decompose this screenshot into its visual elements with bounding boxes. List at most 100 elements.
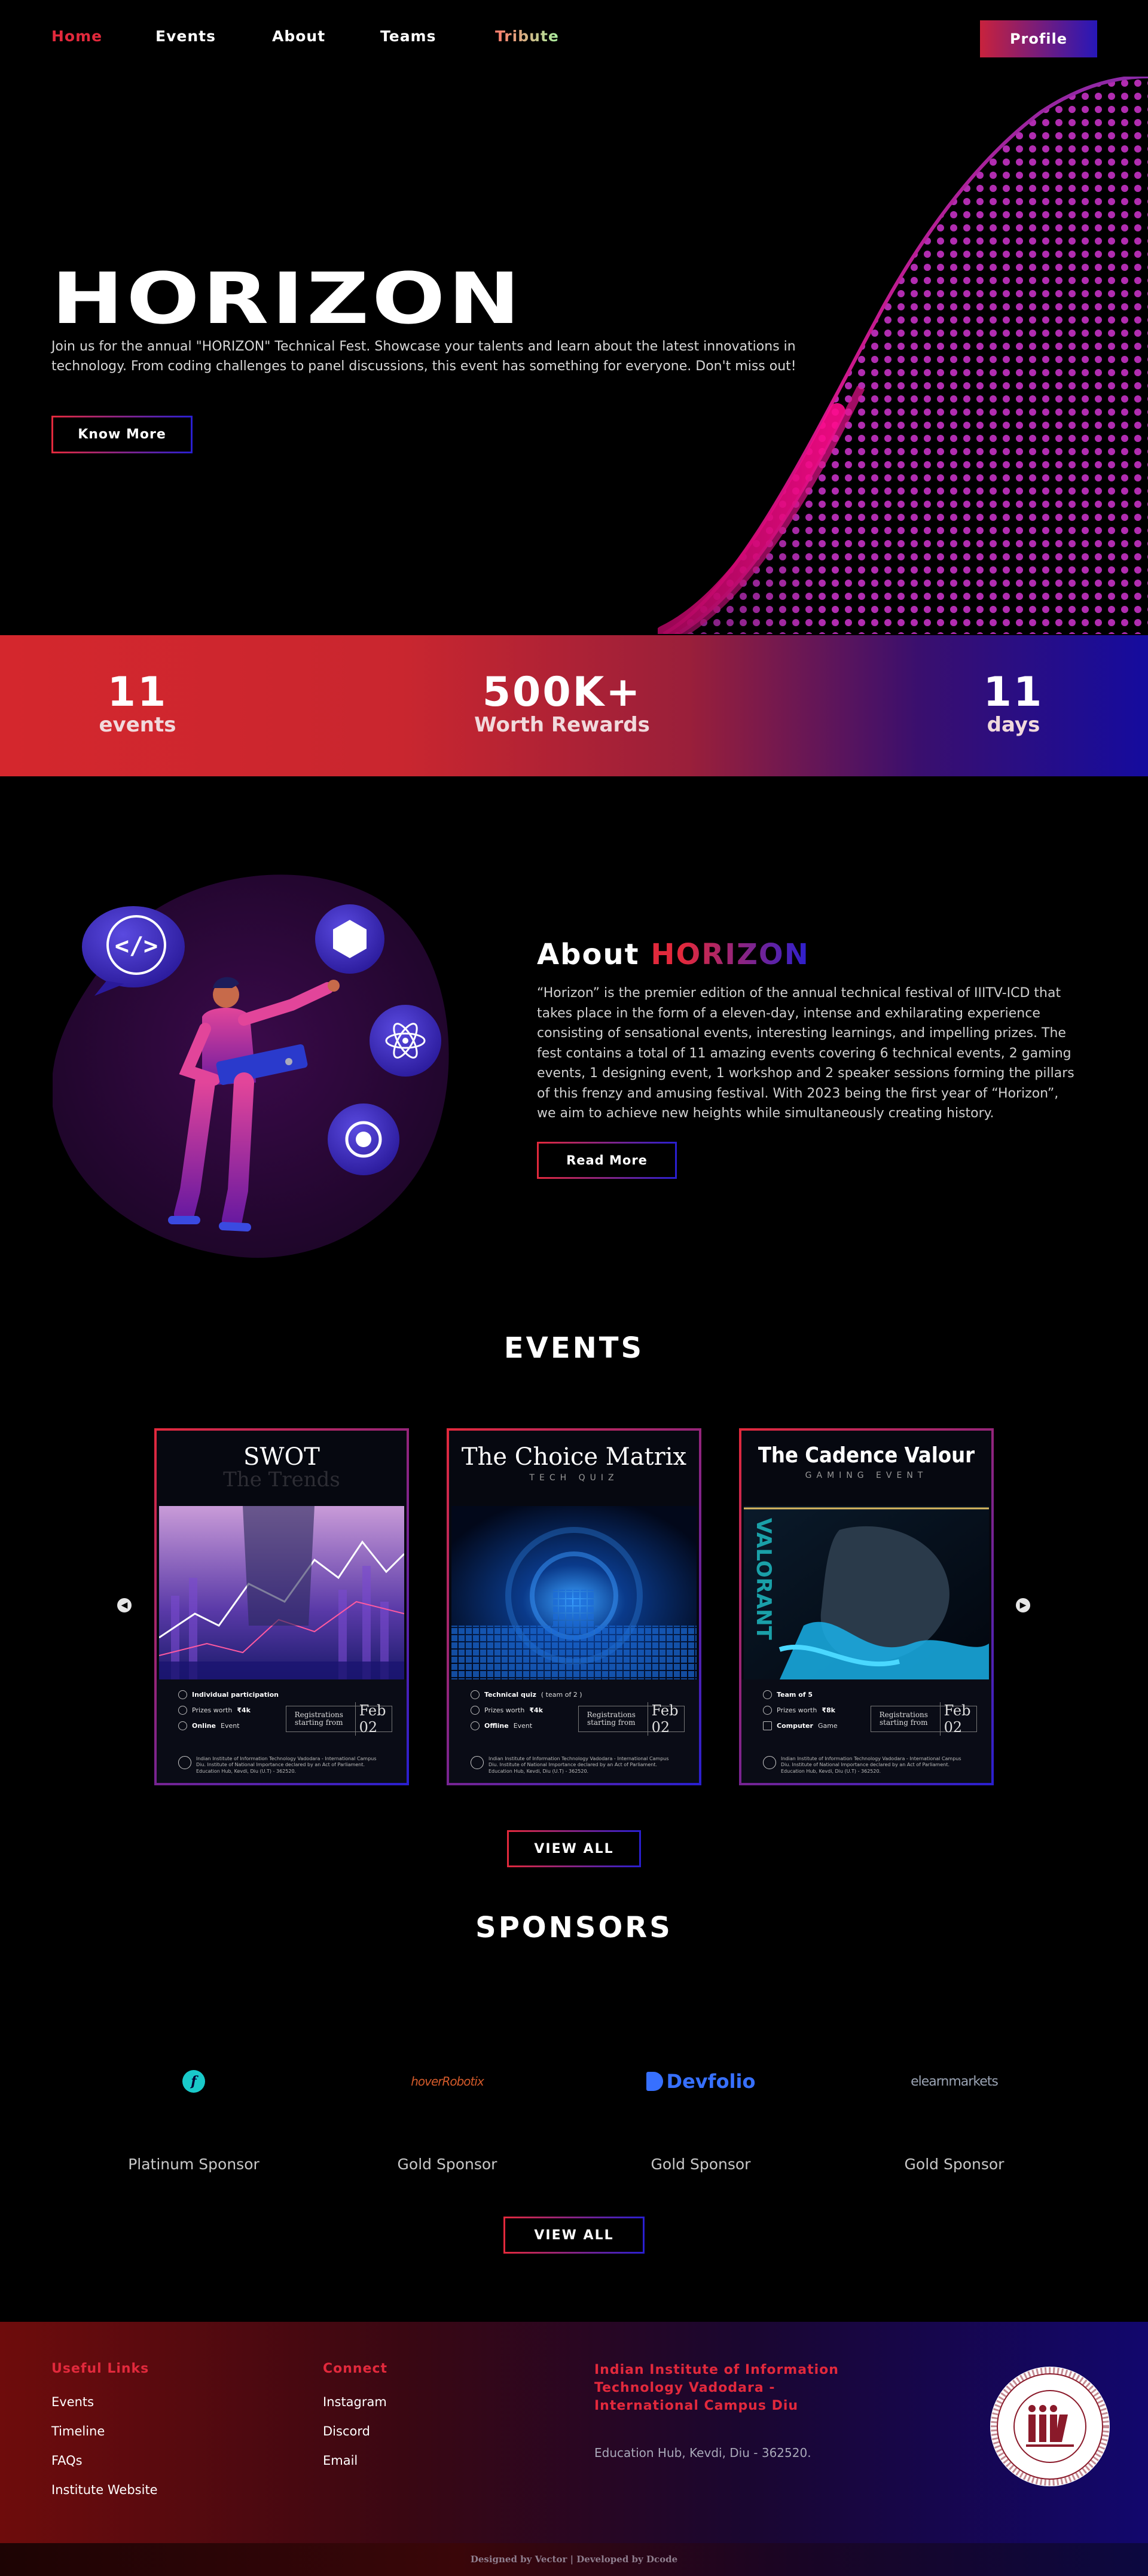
elearnmarkets-logo-text: elearnmarkets (911, 2074, 999, 2089)
top-nav: Home Events About Teams Tribute Profile (0, 0, 1148, 77)
profile-button[interactable]: Profile (980, 20, 1097, 57)
registration-label: Registrations starting from (587, 1710, 636, 1727)
about-title-highlight: HORIZON (651, 938, 810, 971)
footer: Useful Links Events Timeline FAQs Instit… (0, 2322, 1148, 2543)
monitor-icon (763, 1721, 772, 1730)
mode-suffix: Event (221, 1722, 240, 1730)
footer-link-institute-website[interactable]: Institute Website (51, 2483, 158, 2497)
info-participation: Technical quiz ( team of 2 ) (471, 1690, 582, 1699)
sponsor-logo-hoverrobotix[interactable]: hoverRobotix (358, 2057, 537, 2105)
card-title: The Cadence Valour (758, 1443, 975, 1468)
card-footer: Indian Institute of Information Technolo… (763, 1756, 966, 1775)
prize-icon (471, 1706, 480, 1715)
info-prize: Prizes worth ₹4k (178, 1706, 251, 1715)
registration-box: Registrations starting from Feb 02 (578, 1702, 685, 1736)
people-icon (471, 1690, 480, 1699)
nav-events[interactable]: Events (155, 28, 216, 45)
footer-link-email[interactable]: Email (323, 2453, 358, 2468)
sponsor-tier-label: Gold Sponsor (651, 2156, 751, 2173)
stat-value: 500K+ (482, 669, 642, 716)
prize-prefix: Prizes worth (484, 1706, 525, 1714)
institute-address: Education Hub, Kevdi, Diu - 362520. (594, 2446, 811, 2460)
sponsors-view-all-button[interactable]: VIEW ALL (503, 2217, 645, 2254)
participation-text: Individual participation (192, 1691, 279, 1699)
card-header: SWOT The Trends (157, 1431, 407, 1505)
footer-link-instagram[interactable]: Instagram (323, 2395, 387, 2409)
wifi-icon (178, 1721, 187, 1730)
mode-text: Online (192, 1722, 216, 1730)
devfolio-logo: Devfolio (646, 2070, 756, 2093)
info-mode: Online Event (178, 1721, 240, 1730)
mode-text: Computer (777, 1722, 813, 1730)
stat-label: days (987, 713, 1040, 737)
nav-teams[interactable]: Teams (380, 28, 436, 45)
atom-bubble-icon (370, 1005, 441, 1077)
events-title: EVENTS (503, 1331, 645, 1365)
card-header: The Choice Matrix TECH QUIZ (449, 1431, 699, 1505)
footer-link-events[interactable]: Events (51, 2395, 94, 2409)
card-header: The Cadence Valour GAMING EVENT (741, 1431, 991, 1505)
participation-text: Technical quiz (484, 1691, 536, 1699)
card-footer-text: Indian Institute of Information Technolo… (781, 1756, 961, 1774)
card-subtitle: GAMING EVENT (805, 1471, 928, 1480)
devfolio-mark-icon (646, 2072, 663, 2091)
footer-link-discord[interactable]: Discord (323, 2424, 370, 2438)
sponsors-title: SPONSORS (475, 1911, 673, 1944)
footer-link-timeline[interactable]: Timeline (51, 2424, 105, 2438)
event-card-choice-matrix[interactable]: The Choice Matrix TECH QUIZ Technical qu… (447, 1428, 701, 1785)
devfolio-logo-text: Devfolio (666, 2070, 756, 2093)
info-prize: Prizes worth ₹8k (763, 1706, 835, 1715)
carousel-next-arrow-icon[interactable]: ▶ (1016, 1598, 1030, 1612)
stock-trends-poster-art (159, 1506, 404, 1679)
hero-description: Join us for the annual "HORIZON" Technic… (51, 339, 796, 374)
prize-value: ₹8k (822, 1706, 835, 1714)
about-title-prefix: About (537, 938, 640, 971)
hero-title: HORIZON (51, 257, 523, 340)
about-title: About HORIZON (537, 938, 810, 971)
matrix-tunnel-poster-art (451, 1506, 697, 1679)
prize-prefix: Prizes worth (777, 1706, 817, 1714)
wifi-off-icon (471, 1721, 480, 1730)
know-more-button[interactable]: Know More (51, 416, 193, 453)
nav-about[interactable]: About (272, 28, 325, 45)
card-footer-text: Indian Institute of Information Technolo… (488, 1756, 669, 1774)
participation-text: Team of 5 (777, 1691, 813, 1699)
carousel-prev-arrow-icon[interactable]: ◀ (117, 1598, 132, 1612)
info-mode: Offline Event (471, 1721, 532, 1730)
info-prize: Prizes worth ₹4k (471, 1706, 543, 1715)
sponsor-tier-label: Platinum Sponsor (128, 2156, 259, 2173)
nav-home[interactable]: Home (51, 28, 102, 45)
stat-days: 11 days (945, 672, 1082, 737)
read-more-button[interactable]: Read More (537, 1142, 677, 1179)
institute-logo-icon (471, 1756, 484, 1769)
footer-credits: Designed by Vector | Developed by Dcode (0, 2543, 1148, 2576)
info-participation: Team of 5 (763, 1690, 813, 1699)
card-footer: Indian Institute of Information Technolo… (471, 1756, 674, 1775)
event-card-cadence-valour[interactable]: The Cadence Valour GAMING EVENT VALORANT… (739, 1428, 994, 1785)
info-participation: Individual participation (178, 1690, 279, 1699)
institute-seal-logo-icon (990, 2367, 1110, 2486)
card-footer-text: Indian Institute of Information Technolo… (196, 1756, 377, 1774)
sponsor-logo-devfolio[interactable]: Devfolio (611, 2057, 790, 2105)
event-card-swot[interactable]: SWOT The Trends Individual participation… (154, 1428, 409, 1785)
events-view-all-button[interactable]: VIEW ALL (507, 1830, 641, 1867)
registration-date: Feb 02 (939, 1702, 976, 1736)
connect-heading: Connect (323, 2361, 388, 2376)
registration-label: Registrations starting from (294, 1710, 343, 1727)
prize-prefix: Prizes worth (192, 1706, 233, 1714)
registration-date: Feb 02 (647, 1702, 684, 1736)
svg-text:</>: </> (115, 932, 158, 960)
registration-date: Feb 02 (355, 1702, 392, 1736)
nav-tribute[interactable]: Tribute (495, 28, 559, 45)
sponsor-logo-platinum[interactable]: f (104, 2057, 283, 2105)
hexagon-bubble-icon (315, 904, 384, 974)
stat-value: 11 (983, 669, 1044, 716)
registration-box: Registrations starting from Feb 02 (286, 1702, 392, 1736)
stat-rewards: 500K+ Worth Rewards (436, 672, 688, 737)
card-subtitle: TECH QUIZ (529, 1473, 619, 1483)
registration-box: Registrations starting from Feb 02 (871, 1702, 977, 1736)
sponsor-logo-elearnmarkets[interactable]: elearnmarkets (865, 2057, 1044, 2105)
about-illustration: </> (53, 874, 449, 1258)
card-info: Technical quiz ( team of 2 ) Prizes worth… (449, 1679, 699, 1783)
footer-link-faqs[interactable]: FAQs (51, 2453, 83, 2468)
